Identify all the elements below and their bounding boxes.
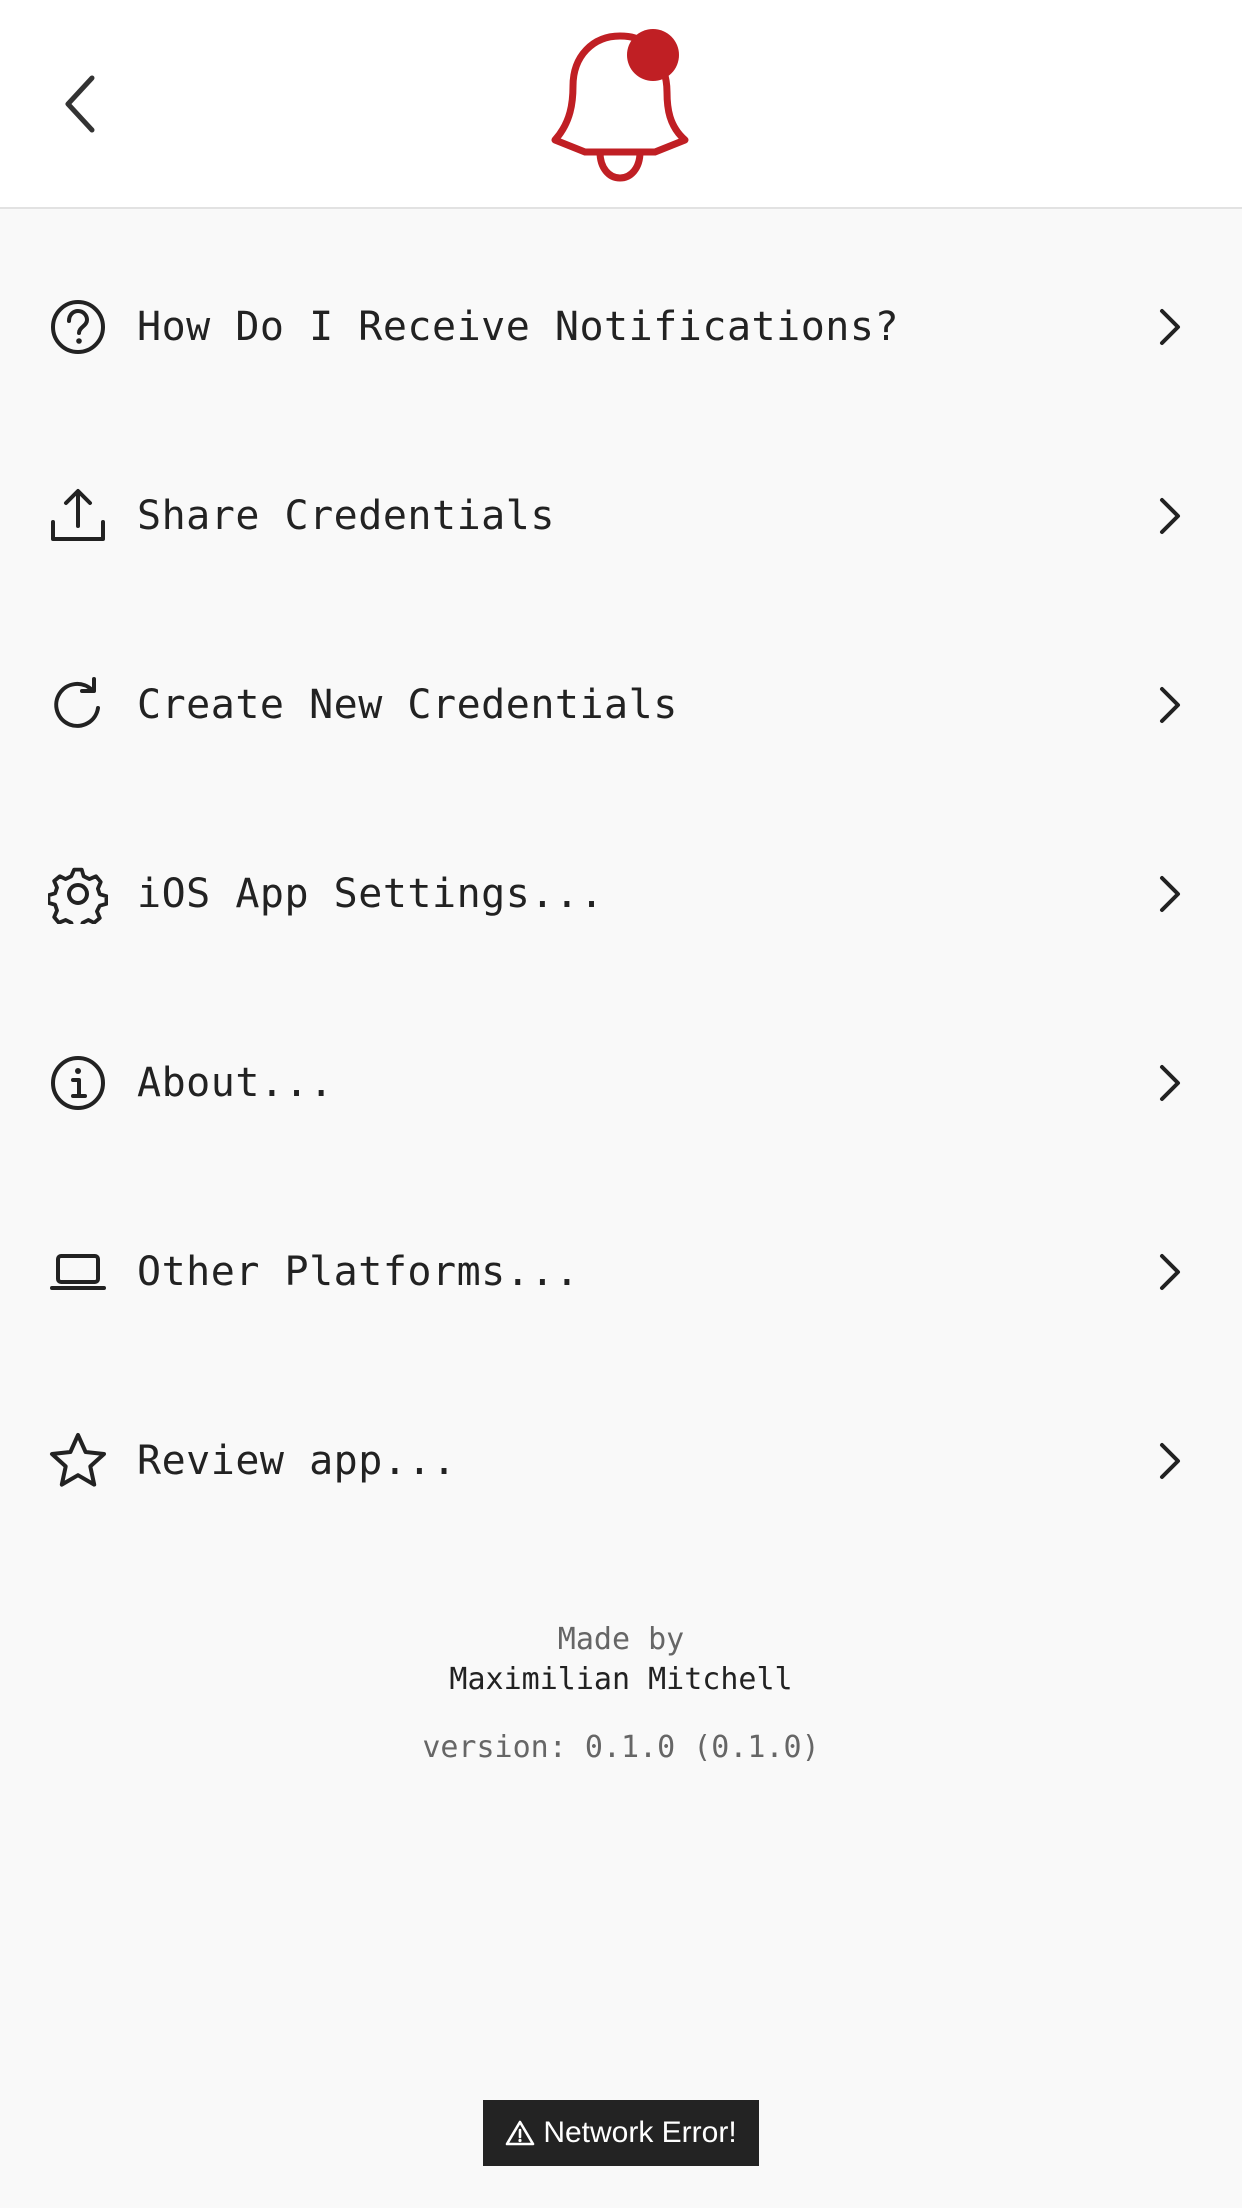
help-circle-icon xyxy=(48,297,108,357)
menu-item-create-credentials[interactable]: Create New Credentials xyxy=(0,610,1242,799)
chevron-right-icon xyxy=(1154,1250,1186,1294)
app-footer: Made by Maximilian Mitchell version: 0.1… xyxy=(0,1620,1242,1768)
chevron-left-icon xyxy=(65,75,95,133)
menu-item-ios-settings[interactable]: iOS App Settings... xyxy=(0,799,1242,988)
menu-item-share-credentials[interactable]: Share Credentials xyxy=(0,421,1242,610)
made-by-label: Made by xyxy=(557,1622,685,1657)
back-button[interactable] xyxy=(50,66,110,142)
gear-icon xyxy=(48,864,108,924)
menu-item-review-app[interactable]: Review app... xyxy=(0,1366,1242,1555)
upload-icon xyxy=(48,486,108,546)
menu-item-notifications-help[interactable]: How Do I Receive Notifications? xyxy=(0,232,1242,421)
menu-item-label: Create New Credentials xyxy=(137,681,678,728)
laptop-icon xyxy=(48,1242,108,1302)
notification-bell-icon xyxy=(551,29,689,182)
chevron-right-icon xyxy=(1154,305,1186,349)
refresh-icon xyxy=(48,675,108,735)
toast-message: Network Error! xyxy=(543,2116,737,2149)
app-header xyxy=(0,0,1242,209)
chevron-right-icon xyxy=(1154,683,1186,727)
chevron-right-icon xyxy=(1154,872,1186,916)
chevron-right-icon xyxy=(1154,1061,1186,1105)
menu-item-label: Share Credentials xyxy=(137,492,555,539)
warning-icon xyxy=(506,2120,535,2146)
chevron-right-icon xyxy=(1154,494,1186,538)
menu-item-other-platforms[interactable]: Other Platforms... xyxy=(0,1177,1242,1366)
menu-item-label: How Do I Receive Notifications? xyxy=(137,303,900,350)
network-error-toast: Network Error! xyxy=(483,2100,759,2166)
menu-item-label: Review app... xyxy=(137,1437,457,1484)
author-name: Maximilian Mitchell xyxy=(449,1662,793,1697)
chevron-right-icon xyxy=(1154,1439,1186,1483)
version-label: version: 0.1.0 (0.1.0) xyxy=(422,1730,820,1765)
star-icon xyxy=(48,1431,108,1491)
menu-item-label: iOS App Settings... xyxy=(137,870,605,917)
menu-item-about[interactable]: About... xyxy=(0,988,1242,1177)
menu-item-label: Other Platforms... xyxy=(137,1248,580,1295)
menu-item-label: About... xyxy=(137,1059,334,1106)
info-icon xyxy=(48,1053,108,1113)
settings-menu: How Do I Receive Notifications? Share Cr… xyxy=(0,232,1242,1555)
